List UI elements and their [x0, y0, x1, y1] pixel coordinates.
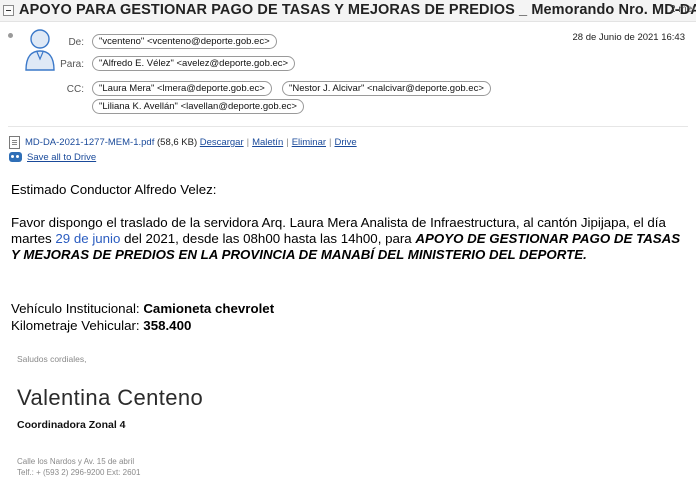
drive-icon: [9, 152, 22, 162]
km-value: 358.400: [143, 318, 192, 333]
separator: |: [246, 137, 250, 148]
from-label: De:: [68, 37, 84, 48]
attachment-filename[interactable]: MD-DA-2021-1277-MEM-1.pdf: [25, 137, 154, 148]
signature-role: Coordinadora Zonal 4: [17, 419, 126, 431]
vehicle-label: Vehículo Institucional:: [11, 301, 144, 316]
delete-link[interactable]: Eliminar: [292, 137, 326, 148]
date-link[interactable]: 29 de junio: [55, 231, 120, 246]
signature-address: Calle los Nardos y Av. 15 de abril: [17, 457, 135, 466]
cc-label: CC:: [66, 84, 84, 95]
attachment-size: (58,6 KB): [157, 137, 198, 148]
header-divider: [8, 126, 688, 127]
km-label: Kilometraje Vehicular:: [11, 318, 144, 333]
email-subject: APOYO PARA GESTIONAR PAGO DE TASAS Y MEJ…: [19, 2, 696, 18]
briefcase-link[interactable]: Maletín: [252, 137, 283, 148]
drive-link[interactable]: Drive: [334, 137, 356, 148]
message-header: De: "vcenteno" <vcenteno@deporte.gob.ec>…: [0, 22, 696, 126]
body-greeting: Estimado Conductor Alfredo Velez:: [11, 182, 217, 197]
attachment-name-row: MD-DA-2021-1277-MEM-1.pdf (58,6 KB) Desc…: [25, 137, 357, 148]
cc-chip[interactable]: "Liliana K. Avellán" <lavellan@deporte.g…: [92, 99, 304, 114]
from-chip[interactable]: "vcenteno" <vcenteno@deporte.gob.ec>: [92, 34, 277, 49]
signature-name: Valentina Centeno: [17, 385, 204, 410]
to-chip[interactable]: "Alfredo E. Vélez" <avelez@deporte.gob.e…: [92, 56, 296, 71]
vehicle-line: Vehículo Institucional: Camioneta chevro…: [11, 301, 274, 316]
body-paragraph: Favor dispongo el traslado de la servido…: [11, 215, 686, 263]
signature-greeting: Saludos cordiales,: [17, 354, 87, 364]
vehicle-value: Camioneta chevrolet: [143, 301, 275, 316]
message-date: 28 de Junio de 2021 16:43: [572, 32, 685, 43]
separator: |: [286, 137, 289, 148]
km-line: Kilometraje Vehicular: 358.400: [11, 318, 191, 333]
cc-chip[interactable]: "Nestor J. Alcivar" <nalcivar@deporte.go…: [282, 81, 491, 96]
message-count: 2 mer: [670, 4, 696, 15]
subject-bar: APOYO PARA GESTIONAR PAGO DE TASAS Y MEJ…: [0, 0, 696, 22]
pdf-file-icon: [9, 136, 20, 149]
read-status-dot[interactable]: [8, 33, 13, 38]
signature-phone: Telf.: + (593 2) 296-9200 Ext: 2601: [17, 468, 141, 477]
collapse-icon[interactable]: [3, 5, 14, 16]
avatar-icon: [25, 29, 55, 71]
save-all-to-drive-link[interactable]: Save all to Drive: [27, 152, 96, 163]
to-label: Para:: [60, 59, 84, 70]
download-link[interactable]: Descargar: [200, 137, 244, 148]
para-text: del 2021, desde las 08h00 hasta las 14h0…: [120, 231, 416, 246]
cc-chip[interactable]: "Laura Mera" <lmera@deporte.gob.ec>: [92, 81, 272, 96]
